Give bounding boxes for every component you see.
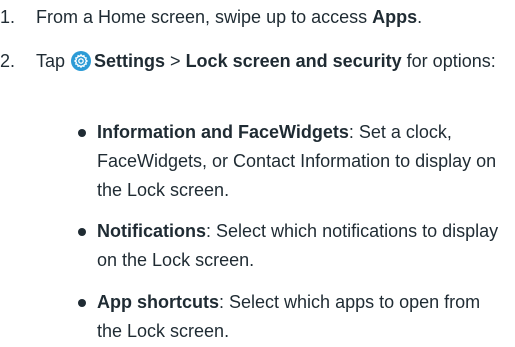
- bullet-title: App shortcuts: [97, 292, 220, 312]
- step-number: 2.: [0, 51, 16, 71]
- step-bold-lock-screen: Lock screen and security: [185, 51, 402, 71]
- breadcrumb-separator: >: [165, 51, 186, 71]
- step-bold-settings: Settings: [94, 51, 166, 71]
- bullet-dot: [78, 228, 86, 236]
- bullet-text: Information and FaceWidgets: Set a clock…: [97, 118, 509, 205]
- step-text: From a Home screen, swipe up to access A…: [36, 3, 506, 32]
- bullet-title: Notifications: [97, 221, 207, 241]
- step-text: Tap Settings > Lock screen and security …: [36, 47, 506, 76]
- step-number: 1.: [0, 7, 16, 27]
- bullet-text: App shortcuts: Select which apps to open…: [97, 288, 509, 346]
- step-text-post: for options:: [401, 51, 496, 71]
- step-bold-apps: Apps: [372, 7, 418, 27]
- settings-gear-icon: [71, 51, 92, 71]
- bullet-dot: [78, 299, 86, 307]
- bullet-title: Information and FaceWidgets: [97, 122, 349, 142]
- step-text-pre: Tap: [36, 51, 71, 71]
- step-text-pre: From a Home screen, swipe up to access: [36, 7, 373, 27]
- bullet-dot: [78, 129, 86, 137]
- bullet-text: Notifications: Select which notification…: [97, 217, 509, 275]
- step-text-post: .: [417, 7, 423, 27]
- instruction-page: 1. From a Home screen, swipe up to acces…: [0, 0, 515, 347]
